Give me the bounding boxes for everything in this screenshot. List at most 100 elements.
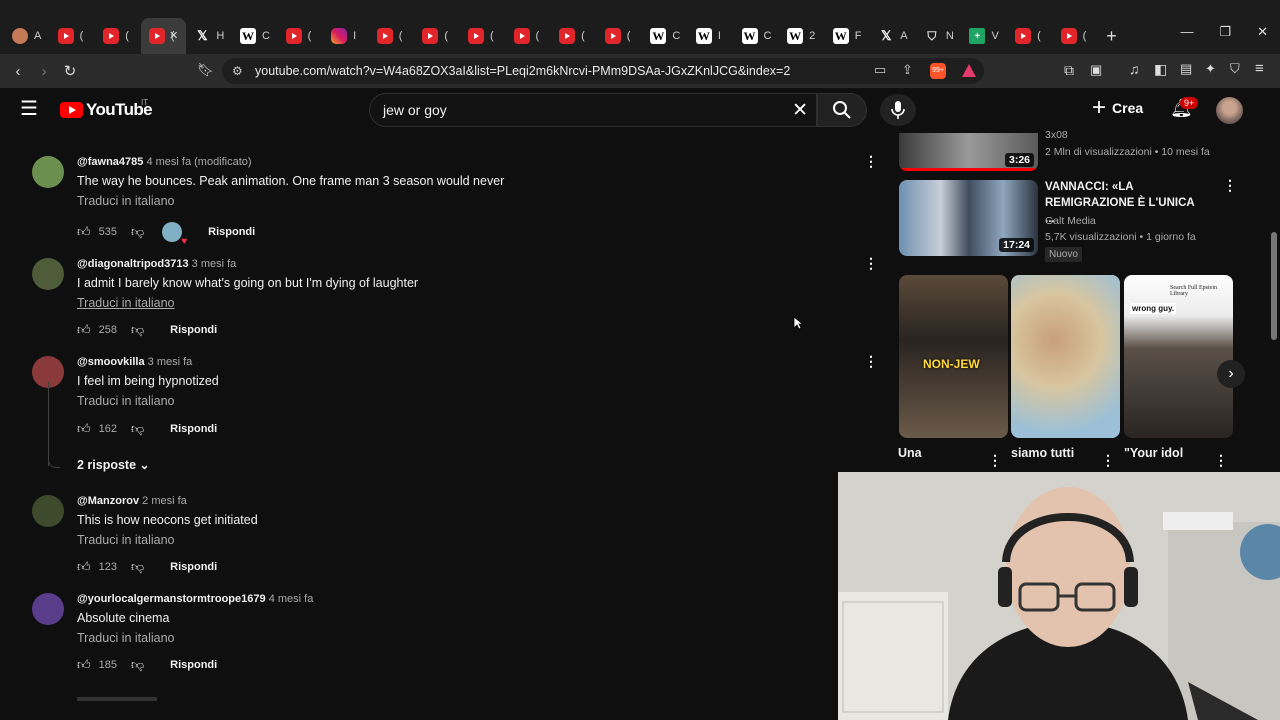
view-replies-button[interactable]: 2 risposte ⌄ xyxy=(77,458,150,472)
browser-menu-icon[interactable]: ≡ xyxy=(1255,60,1264,77)
close-window-icon[interactable]: ✕ xyxy=(1257,24,1268,40)
browser-tab[interactable]: ( xyxy=(414,18,460,54)
cast-icon[interactable]: ▭ xyxy=(874,62,886,78)
browser-tab[interactable]: ⛉ N xyxy=(916,18,962,54)
video-thumbnail-vannacci[interactable]: 17:24 xyxy=(899,180,1038,256)
share-icon[interactable]: ⇪ xyxy=(902,62,913,78)
dislike-icon[interactable]: 👎︎ xyxy=(131,559,144,575)
short-more-icon[interactable]: ⋮ xyxy=(988,452,1002,469)
commenter-handle[interactable]: @fawna4785 xyxy=(77,156,143,168)
browser-tab[interactable]: WC xyxy=(232,18,278,54)
comment-time[interactable]: 4 mesi fa xyxy=(269,593,314,605)
create-button[interactable]: + Crea xyxy=(1092,96,1143,120)
comment-more-icon[interactable]: ⋮ xyxy=(864,354,878,368)
comment-time[interactable]: 2 mesi fa xyxy=(142,495,187,507)
browser-tab[interactable]: + V xyxy=(961,18,1007,54)
reply-button[interactable]: Rispondi xyxy=(170,423,217,435)
short-thumbnail-2[interactable] xyxy=(1011,275,1120,438)
vpn-icon[interactable]: ⛉ xyxy=(1230,61,1240,77)
video-more-icon[interactable]: ⋮ xyxy=(1223,178,1237,192)
browser-tab[interactable]: W2 xyxy=(779,18,825,54)
dislike-icon[interactable]: 👎︎ xyxy=(131,224,144,240)
browser-tab[interactable]: WF xyxy=(825,18,871,54)
comment-time[interactable]: 4 mesi fa (modificato) xyxy=(146,156,251,168)
reply-button[interactable]: Rispondi xyxy=(170,324,217,336)
translate-link[interactable]: Traduci in italiano xyxy=(77,533,175,547)
comment-more-icon[interactable]: ⋮ xyxy=(864,256,878,270)
screenshot-icon[interactable]: ▣ xyxy=(1090,62,1102,78)
dislike-icon[interactable]: 👎︎ xyxy=(131,421,144,437)
youtube-logo[interactable]: YouTube xyxy=(60,100,153,120)
browser-tab[interactable]: ( xyxy=(1053,18,1099,54)
brave-rewards-icon[interactable] xyxy=(962,64,976,77)
commenter-handle[interactable]: @Manzorov xyxy=(77,495,139,507)
browser-tab[interactable]: A xyxy=(4,18,50,54)
close-tab-icon[interactable]: ✕ xyxy=(169,29,178,42)
address-bar[interactable]: ⚙ youtube.com/watch?v=W4a68ZOX3aI&list=P… xyxy=(222,58,984,84)
comment-time[interactable]: 3 mesi fa xyxy=(148,356,193,368)
browser-tab[interactable]: ( xyxy=(278,18,324,54)
reply-button[interactable]: Rispondi xyxy=(170,561,217,573)
scrollbar-thumb[interactable] xyxy=(1271,232,1277,340)
commenter-avatar[interactable] xyxy=(32,593,64,625)
guide-menu-icon[interactable]: ☰ xyxy=(20,99,40,119)
browser-tab[interactable]: ( xyxy=(1007,18,1053,54)
like-icon[interactable]: 👍︎ xyxy=(77,657,91,673)
browser-tab[interactable]: WC xyxy=(642,18,688,54)
search-button[interactable] xyxy=(817,93,867,127)
short-thumbnail-3[interactable]: Search Full Epstein Library wrong guy. xyxy=(1124,275,1233,438)
restore-icon[interactable]: ❐ xyxy=(1219,24,1231,40)
commenter-handle[interactable]: @yourlocalgermanstormtroope1679 xyxy=(77,593,266,605)
browser-tab[interactable]: WI xyxy=(688,18,734,54)
browser-tab[interactable]: ( xyxy=(506,18,552,54)
short-more-icon[interactable]: ⋮ xyxy=(1214,452,1228,469)
sidebar-icon[interactable]: ◧ xyxy=(1154,61,1167,78)
commenter-avatar[interactable] xyxy=(32,156,64,188)
video-channel[interactable]: Galt Media xyxy=(1045,215,1096,227)
browser-tab[interactable]: ( xyxy=(369,18,415,54)
like-icon[interactable]: 👍︎ xyxy=(77,224,91,240)
reply-button[interactable]: Rispondi xyxy=(208,226,255,238)
short-title[interactable]: Una xyxy=(898,446,922,460)
video-thumbnail-top[interactable]: 3:26 xyxy=(899,133,1038,171)
account-avatar[interactable] xyxy=(1216,97,1243,124)
media-icon[interactable]: ♫ xyxy=(1129,61,1140,77)
short-more-icon[interactable]: ⋮ xyxy=(1101,452,1115,469)
browser-tab[interactable]: (✕ xyxy=(140,18,187,54)
leo-ai-icon[interactable]: ✦ xyxy=(1205,61,1216,77)
browser-tab[interactable]: ( xyxy=(50,18,96,54)
back-icon[interactable]: ‹ xyxy=(5,63,31,80)
clear-search-icon[interactable]: ✕ xyxy=(792,99,808,122)
voice-search-button[interactable] xyxy=(880,94,916,126)
comment-time[interactable]: 3 mesi fa xyxy=(192,258,237,270)
commenter-avatar[interactable] xyxy=(32,258,64,290)
commenter-avatar[interactable] xyxy=(32,495,64,527)
browser-tab[interactable]: ( xyxy=(551,18,597,54)
site-info-icon[interactable]: ⚙ xyxy=(232,64,243,78)
dislike-icon[interactable]: 👎︎ xyxy=(131,657,144,673)
translate-link[interactable]: Traduci in italiano xyxy=(77,394,175,408)
like-icon[interactable]: 👍︎ xyxy=(77,322,91,338)
shorts-next-button[interactable]: › xyxy=(1217,360,1245,388)
translate-link[interactable]: Traduci in italiano xyxy=(77,296,175,310)
minimize-icon[interactable]: — xyxy=(1180,24,1193,40)
commenter-handle[interactable]: @smoovkilla xyxy=(77,356,145,368)
wallet-icon[interactable]: ▤ xyxy=(1180,61,1192,77)
translate-link[interactable]: Traduci in italiano xyxy=(77,631,175,645)
browser-tab[interactable]: ( xyxy=(597,18,643,54)
forward-icon[interactable]: › xyxy=(31,63,57,80)
brave-shields-icon[interactable]: 99+ xyxy=(930,63,946,79)
new-tab-button[interactable]: + xyxy=(1106,26,1117,47)
commenter-handle[interactable]: @diagonaltripod3713 xyxy=(77,258,189,270)
like-icon[interactable]: 👍︎ xyxy=(77,421,91,437)
dislike-icon[interactable]: 👎︎ xyxy=(131,322,144,338)
translate-link[interactable]: Traduci in italiano xyxy=(77,194,175,208)
short-title[interactable]: siamo tutti xyxy=(1011,446,1074,460)
short-thumbnail-1[interactable]: NON-JEW xyxy=(899,275,1008,438)
browser-tab[interactable]: I xyxy=(323,18,369,54)
bookmark-icon[interactable]: 🔖︎ xyxy=(197,62,214,78)
search-input[interactable]: jew or goy ✕ xyxy=(369,93,817,127)
reply-button[interactable]: Rispondi xyxy=(170,659,217,671)
browser-tab[interactable]: 𝕏A xyxy=(870,18,916,54)
browser-tab[interactable]: WC xyxy=(734,18,780,54)
